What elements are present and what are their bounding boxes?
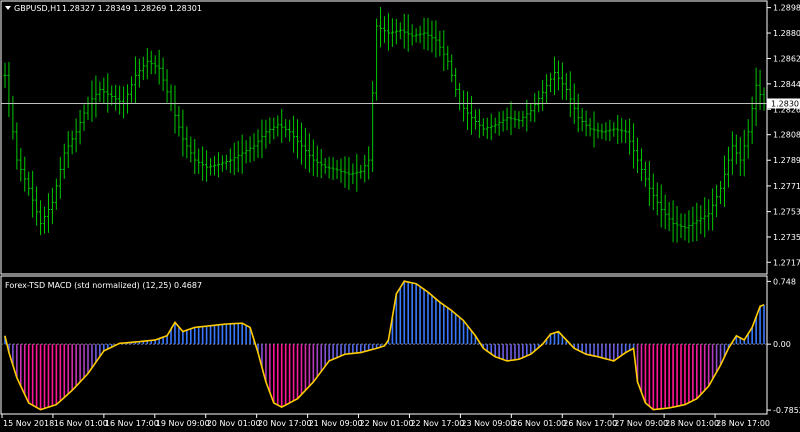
indicator-tick-label: 0.00 [773, 340, 791, 349]
symbol-label: GBPUSD,H1 [14, 4, 61, 13]
time-tick-label: 23 Nov 09:00 [461, 419, 515, 428]
price-tick-label: 1.27717 [773, 182, 800, 191]
indicator-tick-label: -0.7852 [773, 406, 800, 415]
time-tick-label: 19 Nov 09:00 [156, 419, 210, 428]
price-tick-label: 1.27535 [773, 208, 800, 217]
price-tick-label: 1.28080 [773, 131, 800, 140]
price-tick-label: 1.28620 [773, 54, 800, 63]
current-price-label: 1.28301 [771, 99, 800, 108]
time-tick-label: 28 Nov 17:00 [716, 419, 770, 428]
time-tick-label: 20 Nov 01:00 [207, 419, 261, 428]
ohlc-values: 1.28327 1.28349 1.28269 1.28301 [62, 4, 202, 13]
price-tick-label: 1.28980 [773, 4, 800, 13]
time-tick-label: 16 Nov 01:00 [54, 419, 108, 428]
trading-chart: 1.289801.288001.286201.284401.282601.280… [0, 0, 800, 432]
time-tick-label: 27 Nov 09:00 [614, 419, 668, 428]
price-tick-label: 1.28440 [773, 80, 800, 89]
time-tick-label: 16 Nov 17:00 [105, 419, 159, 428]
price-tick-label: 1.28800 [773, 29, 800, 38]
time-tick-label: 22 Nov 01:00 [360, 419, 414, 428]
time-tick-label: 26 Nov 01:00 [512, 419, 566, 428]
price-tick-label: 1.27355 [773, 233, 800, 242]
time-tick-label: 15 Nov 2018 [3, 419, 54, 428]
symbol-header: GBPUSD,H1 1.28327 1.28349 1.28269 1.2830… [5, 4, 202, 13]
time-tick-label: 21 Nov 09:00 [309, 419, 363, 428]
price-tick-label: 1.27899 [773, 156, 800, 165]
time-tick-label: 20 Nov 17:00 [258, 419, 312, 428]
indicator-tick-label: 0.748 [773, 277, 796, 286]
price-tick-label: 1.27176 [773, 258, 800, 267]
indicator-header: Forex-TSD MACD (std normalized) (12,25) … [5, 281, 202, 290]
time-tick-label: 22 Nov 17:00 [410, 419, 464, 428]
time-tick-label: 26 Nov 17:00 [563, 419, 617, 428]
time-tick-label: 28 Nov 01:00 [665, 419, 719, 428]
